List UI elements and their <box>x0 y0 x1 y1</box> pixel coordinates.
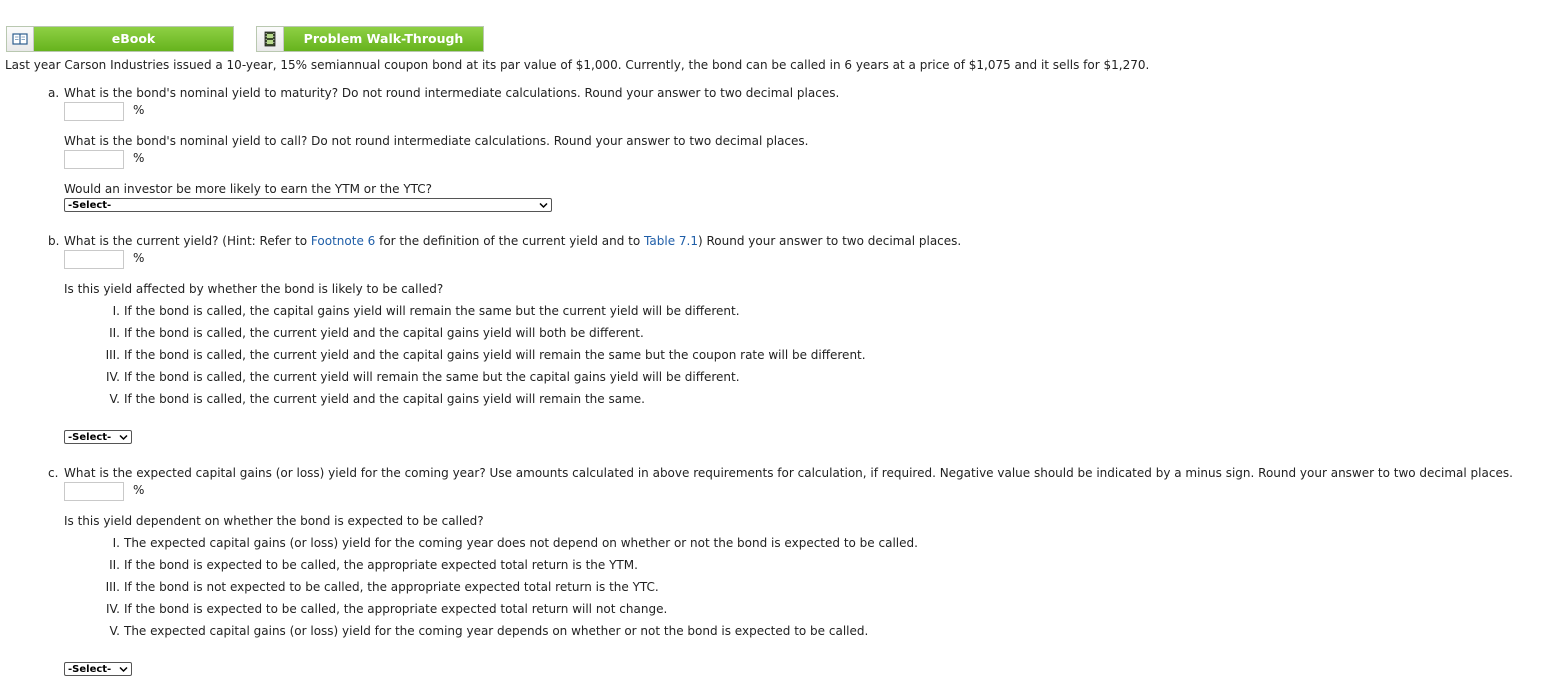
problem-walkthrough-label: Problem Walk-Through <box>284 27 483 51</box>
option-number: II. <box>109 326 120 340</box>
part-b-question-affected: Is this yield affected by whether the bo… <box>64 282 444 296</box>
table-7-1-link[interactable]: Table 7.1 <box>644 234 698 248</box>
option-text: If the bond is called, the current yield… <box>124 370 740 384</box>
option-text: The expected capital gains (or loss) yie… <box>124 624 869 638</box>
part-b-question-current-yield: What is the current yield? (Hint: Refer … <box>64 234 961 248</box>
option-text: If the bond is not expected to be called… <box>124 580 659 594</box>
option-number: V. <box>109 392 120 406</box>
ytm-ytc-select-value: -Select- <box>68 200 112 211</box>
capital-gains-percent-label: % <box>133 483 145 497</box>
ebook-label: eBook <box>34 27 233 51</box>
book-icon <box>7 27 34 51</box>
part-b-question-text-2: for the definition of the current yield … <box>375 234 645 248</box>
part-c-select[interactable]: -Select- <box>64 662 132 676</box>
part-b-option: III. If the bond is called, the current y… <box>106 348 866 362</box>
part-c-option: I. The expected capital gains (or loss) y… <box>113 536 918 550</box>
part-c-select-value: -Select- <box>68 664 112 675</box>
option-number: III. <box>105 348 120 362</box>
chevron-down-icon <box>119 666 128 673</box>
chevron-down-icon <box>539 202 548 209</box>
part-b-question-text-3: ) Round your answer to two decimal place… <box>697 234 962 248</box>
part-c-option: II. If the bond is expected to be called,… <box>109 558 638 572</box>
capital-gains-input[interactable] <box>64 482 124 501</box>
part-c-letter: c. <box>48 466 59 480</box>
part-b-letter: b. <box>48 234 60 248</box>
option-text: If the bond is called, the current yield… <box>124 348 866 362</box>
option-text: If the bond is called, the current yield… <box>124 326 644 340</box>
film-icon <box>257 27 284 51</box>
problem-walkthrough-button[interactable]: Problem Walk-Through <box>256 26 484 52</box>
option-number: V. <box>109 624 120 638</box>
part-c-option: IV. If the bond is expected to be called,… <box>106 602 668 616</box>
part-a-question-ytm: What is the bond's nominal yield to matu… <box>64 86 840 100</box>
ytm-ytc-select[interactable]: -Select- <box>64 198 552 212</box>
problem-intro: Last year Carson Industries issued a 10-… <box>5 58 1150 72</box>
part-c-option: V. The expected capital gains (or loss) y… <box>110 624 869 638</box>
option-text: If the bond is expected to be called, th… <box>124 558 638 572</box>
ytm-input[interactable] <box>64 102 124 121</box>
ytm-percent-label: % <box>133 103 145 117</box>
ebook-button[interactable]: eBook <box>6 26 234 52</box>
option-text: If the bond is expected to be called, th… <box>124 602 668 616</box>
option-number: I. <box>112 536 120 550</box>
part-b-option: II. If the bond is called, the current yi… <box>109 326 644 340</box>
option-number: IV. <box>105 602 120 616</box>
part-c-option: III. If the bond is not expected to be ca… <box>106 580 659 594</box>
part-b-select-value: -Select- <box>68 432 112 443</box>
part-a-letter: a. <box>48 86 60 100</box>
option-text: The expected capital gains (or loss) yie… <box>124 536 918 550</box>
part-c-question-dependent: Is this yield dependent on whether the b… <box>64 514 484 528</box>
part-b-question-text-1: What is the current yield? (Hint: Refer … <box>64 234 311 248</box>
part-c-question-capital-gains: What is the expected capital gains (or l… <box>64 466 1513 480</box>
part-b-option: I. If the bond is called, the capital gai… <box>113 304 740 318</box>
current-yield-input[interactable] <box>64 250 124 269</box>
option-text: If the bond is called, the capital gains… <box>124 304 740 318</box>
part-b-option: IV. If the bond is called, the current yi… <box>106 370 740 384</box>
footnote-6-link[interactable]: Footnote 6 <box>311 234 375 248</box>
ytc-input[interactable] <box>64 150 124 169</box>
option-number: IV. <box>105 370 120 384</box>
ytc-percent-label: % <box>133 151 145 165</box>
current-yield-percent-label: % <box>133 251 145 265</box>
part-a-question-ytc: What is the bond's nominal yield to call… <box>64 134 809 148</box>
option-number: II. <box>109 558 120 572</box>
part-b-select[interactable]: -Select- <box>64 430 132 444</box>
part-a-question-likely: Would an investor be more likely to earn… <box>64 182 433 196</box>
option-number: I. <box>112 304 120 318</box>
part-b-option: V. If the bond is called, the current yie… <box>110 392 645 406</box>
option-number: III. <box>105 580 120 594</box>
option-text: If the bond is called, the current yield… <box>124 392 645 406</box>
chevron-down-icon <box>119 434 128 441</box>
